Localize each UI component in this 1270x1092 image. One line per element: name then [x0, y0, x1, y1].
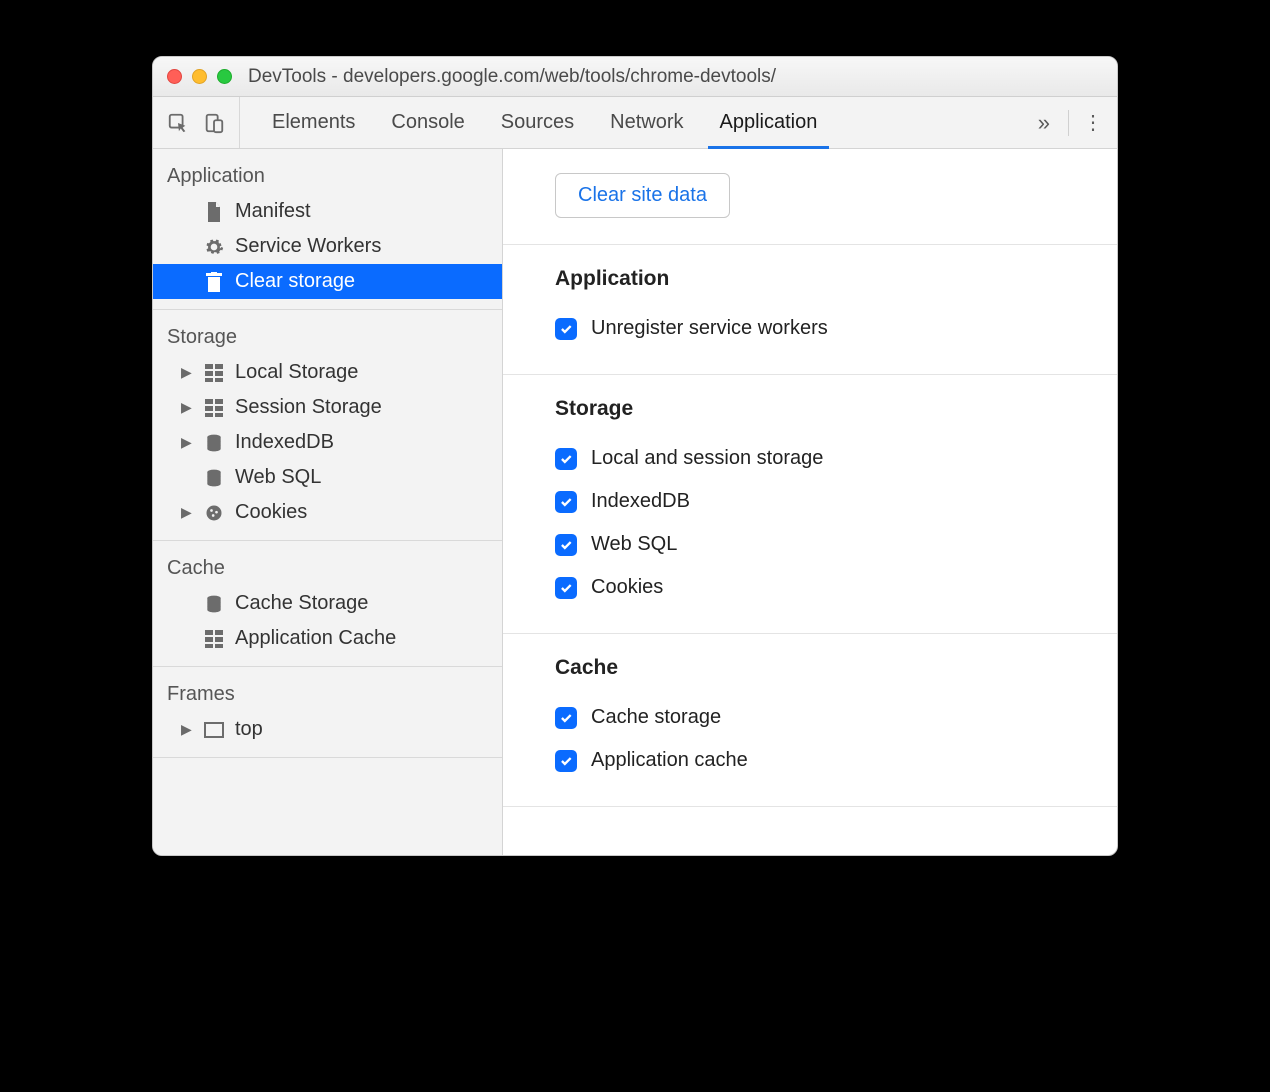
devtools-window: DevTools - developers.google.com/web/too…	[152, 56, 1118, 856]
panel-tabs: ElementsConsoleSourcesNetworkApplication	[240, 97, 835, 148]
sidebar-item-cache-storage[interactable]: Cache Storage	[153, 586, 502, 621]
settings-menu-icon[interactable]: ⋮	[1077, 110, 1109, 135]
sidebar-item-label: Application Cache	[235, 627, 396, 650]
sidebar-item-clear-storage[interactable]: Clear storage	[153, 264, 502, 299]
sidebar-item-label: Local Storage	[235, 361, 358, 384]
checkbox[interactable]	[555, 448, 577, 470]
group-heading: Storage	[555, 397, 1117, 421]
sidebar-heading: Frames	[153, 675, 502, 712]
db-icon	[203, 432, 225, 454]
sidebar-item-indexeddb[interactable]: ▶ IndexedDB	[153, 425, 502, 460]
sidebar-item-top[interactable]: ▶ top	[153, 712, 502, 747]
devtools-toolbar: ElementsConsoleSourcesNetworkApplication…	[153, 97, 1117, 149]
tab-application[interactable]: Application	[702, 97, 836, 148]
option-unregister-service-workers[interactable]: Unregister service workers	[555, 307, 1117, 350]
option-local-and-session-storage[interactable]: Local and session storage	[555, 437, 1117, 480]
expand-caret-icon[interactable]: ▶	[181, 399, 193, 416]
grid-icon	[203, 397, 225, 419]
application-sidebar: Application Manifest Service Workers Clear …	[153, 149, 503, 855]
trash-icon	[203, 271, 225, 293]
group-heading: Cache	[555, 656, 1117, 680]
sidebar-item-label: Manifest	[235, 200, 311, 223]
expand-caret-icon[interactable]: ▶	[181, 364, 193, 381]
sidebar-item-label: Service Workers	[235, 235, 381, 258]
sidebar-heading: Application	[153, 157, 502, 194]
option-cookies[interactable]: Cookies	[555, 566, 1117, 609]
sidebar-heading: Storage	[153, 318, 502, 355]
db-icon	[203, 467, 225, 489]
inspect-element-icon[interactable]	[167, 112, 189, 134]
divider	[1068, 110, 1069, 136]
checkbox[interactable]	[555, 534, 577, 556]
tab-console[interactable]: Console	[373, 97, 482, 148]
sidebar-heading: Cache	[153, 549, 502, 586]
sidebar-item-label: Session Storage	[235, 396, 382, 419]
device-toolbar-icon[interactable]	[203, 112, 225, 134]
expand-caret-icon[interactable]: ▶	[181, 434, 193, 451]
file-icon	[203, 201, 225, 223]
tab-elements[interactable]: Elements	[254, 97, 373, 148]
window-controls	[167, 69, 232, 84]
sidebar-item-label: IndexedDB	[235, 431, 334, 454]
option-web-sql[interactable]: Web SQL	[555, 523, 1117, 566]
sidebar-item-session-storage[interactable]: ▶ Session Storage	[153, 390, 502, 425]
sidebar-item-label: Web SQL	[235, 466, 321, 489]
checkbox[interactable]	[555, 707, 577, 729]
checkbox[interactable]	[555, 318, 577, 340]
clear-site-data-button[interactable]: Clear site data	[555, 173, 730, 218]
gear-icon	[203, 236, 225, 258]
sidebar-item-label: top	[235, 718, 263, 741]
expand-caret-icon[interactable]: ▶	[181, 721, 193, 738]
option-cache-storage[interactable]: Cache storage	[555, 696, 1117, 739]
tab-network[interactable]: Network	[592, 97, 701, 148]
option-label: Local and session storage	[591, 447, 823, 470]
checkbox[interactable]	[555, 750, 577, 772]
window-title: DevTools - developers.google.com/web/too…	[248, 66, 776, 88]
tab-sources[interactable]: Sources	[483, 97, 592, 148]
sidebar-item-local-storage[interactable]: ▶ Local Storage	[153, 355, 502, 390]
sidebar-item-label: Cache Storage	[235, 592, 368, 615]
option-label: Web SQL	[591, 533, 677, 556]
sidebar-item-label: Clear storage	[235, 270, 355, 293]
more-tabs-icon[interactable]: »	[1028, 110, 1060, 136]
option-indexeddb[interactable]: IndexedDB	[555, 480, 1117, 523]
cookie-icon	[203, 502, 225, 524]
sidebar-item-cookies[interactable]: ▶ Cookies	[153, 495, 502, 530]
option-label: Unregister service workers	[591, 317, 828, 340]
sidebar-item-application-cache[interactable]: Application Cache	[153, 621, 502, 656]
close-window-button[interactable]	[167, 69, 182, 84]
db-icon	[203, 593, 225, 615]
titlebar: DevTools - developers.google.com/web/too…	[153, 57, 1117, 97]
zoom-window-button[interactable]	[217, 69, 232, 84]
sidebar-item-manifest[interactable]: Manifest	[153, 194, 502, 229]
sidebar-item-web-sql[interactable]: Web SQL	[153, 460, 502, 495]
expand-caret-icon[interactable]: ▶	[181, 504, 193, 521]
grid-icon	[203, 628, 225, 650]
checkbox[interactable]	[555, 577, 577, 599]
option-label: IndexedDB	[591, 490, 690, 513]
grid-icon	[203, 362, 225, 384]
option-label: Cache storage	[591, 706, 721, 729]
minimize-window-button[interactable]	[192, 69, 207, 84]
option-label: Application cache	[591, 749, 748, 772]
checkbox[interactable]	[555, 491, 577, 513]
clear-storage-pane: Clear site data Application Unregister ser…	[503, 149, 1117, 855]
sidebar-item-label: Cookies	[235, 501, 307, 524]
sidebar-item-service-workers[interactable]: Service Workers	[153, 229, 502, 264]
group-heading: Application	[555, 267, 1117, 291]
frame-icon	[203, 719, 225, 741]
option-label: Cookies	[591, 576, 663, 599]
option-application-cache[interactable]: Application cache	[555, 739, 1117, 782]
